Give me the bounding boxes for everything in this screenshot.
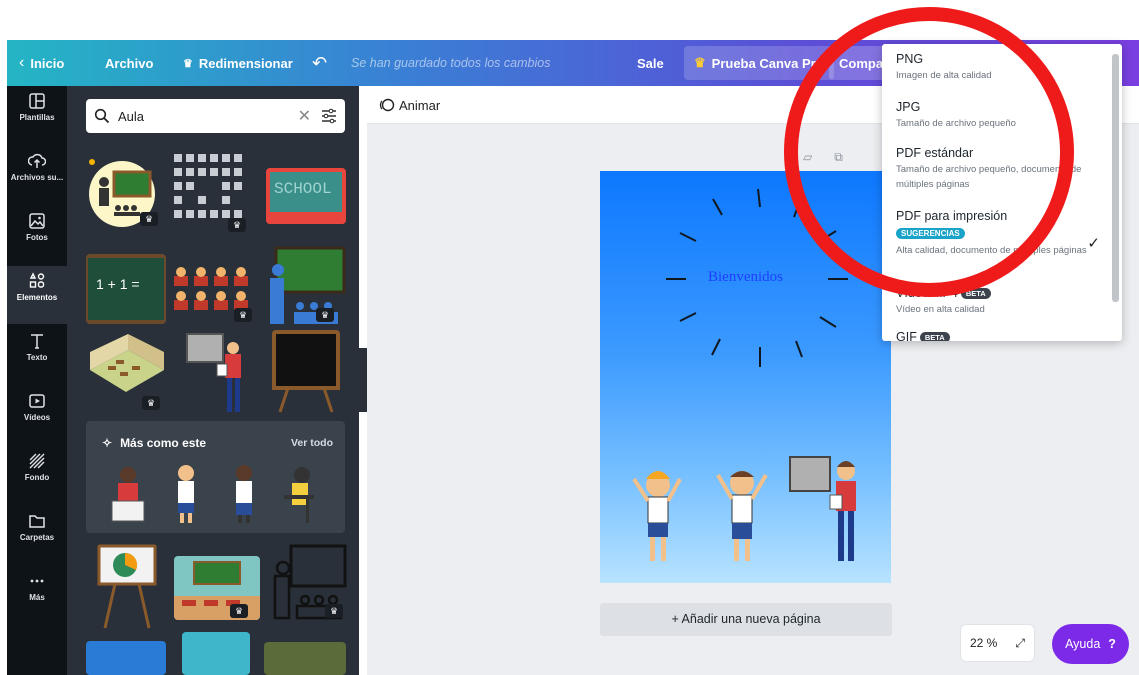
- format-option-gif[interactable]: GIF BETA: [896, 330, 1096, 341]
- element-blackboard-easel[interactable]: [272, 330, 340, 414]
- file-menu-button[interactable]: Archivo: [105, 56, 153, 71]
- element-school-icons[interactable]: ♛: [172, 152, 260, 238]
- see-all-link[interactable]: Ver todo: [291, 437, 333, 449]
- save-status: Se han guardado todos los cambios: [351, 56, 551, 70]
- sidebar-item-folders[interactable]: Carpetas: [7, 506, 67, 564]
- sale-link[interactable]: Sale: [637, 56, 664, 71]
- uploads-icon: [28, 153, 46, 168]
- element-isometric-classroom[interactable]: ♛: [86, 332, 168, 412]
- sidebar-rail: Plantillas Archivos su... Fotos Elemento…: [7, 86, 67, 675]
- crown-icon: ♛: [325, 604, 343, 618]
- format-option-jpg[interactable]: JPG Tamaño de archivo pequeño: [896, 100, 1096, 131]
- sidebar-item-uploads[interactable]: Archivos su...: [7, 146, 67, 204]
- animate-button[interactable]: Animar: [379, 97, 440, 113]
- try-canva-pro-button[interactable]: ♛ Prueba Canva Pro: [684, 46, 834, 80]
- search-box: Aula ✕: [86, 99, 345, 133]
- element-teacher-outline[interactable]: ♛: [271, 542, 347, 622]
- sidebar-item-text[interactable]: Texto: [7, 326, 67, 384]
- search-icon: [94, 108, 110, 124]
- duplicate-icon[interactable]: ⧉: [834, 150, 843, 165]
- crown-icon: ♛: [230, 604, 248, 618]
- element-school-sign[interactable]: SCHOOL: [266, 168, 346, 224]
- element-teacher-pointing[interactable]: ♛: [266, 246, 346, 326]
- crown-icon: ♛: [140, 212, 158, 226]
- sparkle-icon: ✧: [102, 436, 113, 450]
- element-teacher-board-red[interactable]: [183, 330, 249, 416]
- school-sign-label: SCHOOL: [274, 180, 332, 198]
- more-like-this-section: ✧ Más como este Ver todo: [86, 421, 345, 533]
- element-blue-board[interactable]: [86, 641, 166, 675]
- element-classroom-photo[interactable]: [264, 642, 346, 675]
- sidebar-item-videos[interactable]: Vídeos: [7, 386, 67, 444]
- element-classroom-scene[interactable]: ♛: [174, 556, 260, 620]
- question-icon: ?: [1108, 637, 1116, 651]
- animate-icon: [379, 98, 395, 112]
- element-students-desks[interactable]: ♛: [172, 262, 260, 324]
- checkmark-icon: ✓: [1087, 235, 1100, 252]
- crown-icon: ♛: [234, 308, 252, 322]
- home-button[interactable]: ‹ Inicio: [19, 54, 64, 72]
- sidebar-item-photos[interactable]: Fotos: [7, 206, 67, 264]
- chevron-left-icon: ‹: [19, 54, 25, 71]
- canva-editor: ‹ Inicio Archivo ♛ Redimensionar ↶ Se ha…: [0, 0, 1139, 675]
- sidebar-item-background[interactable]: Fondo: [7, 446, 67, 504]
- welcome-text[interactable]: Bienvenidos: [600, 269, 891, 286]
- photos-icon: [29, 213, 45, 229]
- note-icon[interactable]: ▱: [803, 150, 812, 165]
- element-teal-shape[interactable]: [182, 632, 250, 675]
- text-icon: [31, 334, 43, 349]
- crown-icon: ♛: [183, 57, 193, 70]
- crown-icon: ♛: [142, 396, 160, 410]
- math-board-label: 1 + 1 =: [96, 276, 140, 292]
- element-teacher-board[interactable]: ♛: [86, 154, 162, 228]
- clear-icon[interactable]: ✕: [298, 106, 311, 126]
- more-like-this-title: ✧ Más como este: [102, 436, 207, 450]
- filter-icon[interactable]: [321, 108, 337, 124]
- help-button[interactable]: Ayuda ?: [1052, 624, 1129, 664]
- kids-and-teacher-illustration: [632, 456, 856, 561]
- elements-icon: [29, 272, 45, 288]
- download-format-dropdown: PNG Imagen de alta calidad JPG Tamaño de…: [882, 44, 1122, 341]
- resize-button[interactable]: ♛ Redimensionar: [183, 56, 293, 71]
- sidebar-item-templates[interactable]: Plantillas: [7, 86, 67, 144]
- background-icon: [29, 453, 45, 469]
- search-input[interactable]: Aula: [118, 109, 298, 124]
- format-option-pdf-print[interactable]: PDF para impresión SUGERENCIAS Alta cali…: [896, 209, 1096, 258]
- format-option-png[interactable]: PNG Imagen de alta calidad: [896, 52, 1096, 83]
- element-math-board[interactable]: 1 + 1 =: [86, 254, 166, 324]
- sidebar-item-elements[interactable]: Elementos: [7, 266, 67, 324]
- page-actions: ▱ ⧉: [803, 150, 843, 165]
- dropdown-scrollbar[interactable]: [1112, 54, 1119, 302]
- undo-icon[interactable]: ↶: [312, 53, 327, 74]
- suggestions-badge: SUGERENCIAS: [896, 228, 965, 239]
- crown-icon: ♛: [316, 308, 334, 322]
- zoom-control[interactable]: 22 % ⤢: [960, 624, 1035, 662]
- videos-icon: [29, 394, 45, 408]
- elements-panel: Aula ✕ ♛ ♛ SCHOOL 1 + 1 = ♛ ♛ ♛ ✧ Más co…: [67, 86, 359, 675]
- folders-icon: [29, 515, 45, 528]
- similar-elements-row[interactable]: [96, 461, 336, 525]
- format-option-pdf-standard[interactable]: PDF estándar Tamaño de archivo pequeño, …: [896, 146, 1096, 192]
- beta-badge: BETA: [960, 288, 991, 300]
- crown-icon: ♛: [694, 55, 706, 70]
- zoom-value: 22 %: [970, 636, 998, 650]
- crown-icon: ♛: [228, 218, 246, 232]
- expand-icon[interactable]: ⤢: [1015, 636, 1025, 651]
- beta-badge: BETA: [919, 332, 950, 341]
- horizontal-scrollbar[interactable]: [367, 667, 1127, 675]
- sidebar-item-more[interactable]: Más: [7, 566, 67, 624]
- templates-icon: [29, 93, 45, 109]
- format-option-mp4[interactable]: Vídeo MP4 BETA Vídeo en alta calidad: [896, 286, 1096, 317]
- add-page-button[interactable]: + Añadir una nueva página: [600, 603, 892, 636]
- more-icon: [30, 579, 44, 583]
- design-page[interactable]: Bienvenidos: [600, 171, 891, 583]
- element-chart-board[interactable]: [97, 544, 157, 630]
